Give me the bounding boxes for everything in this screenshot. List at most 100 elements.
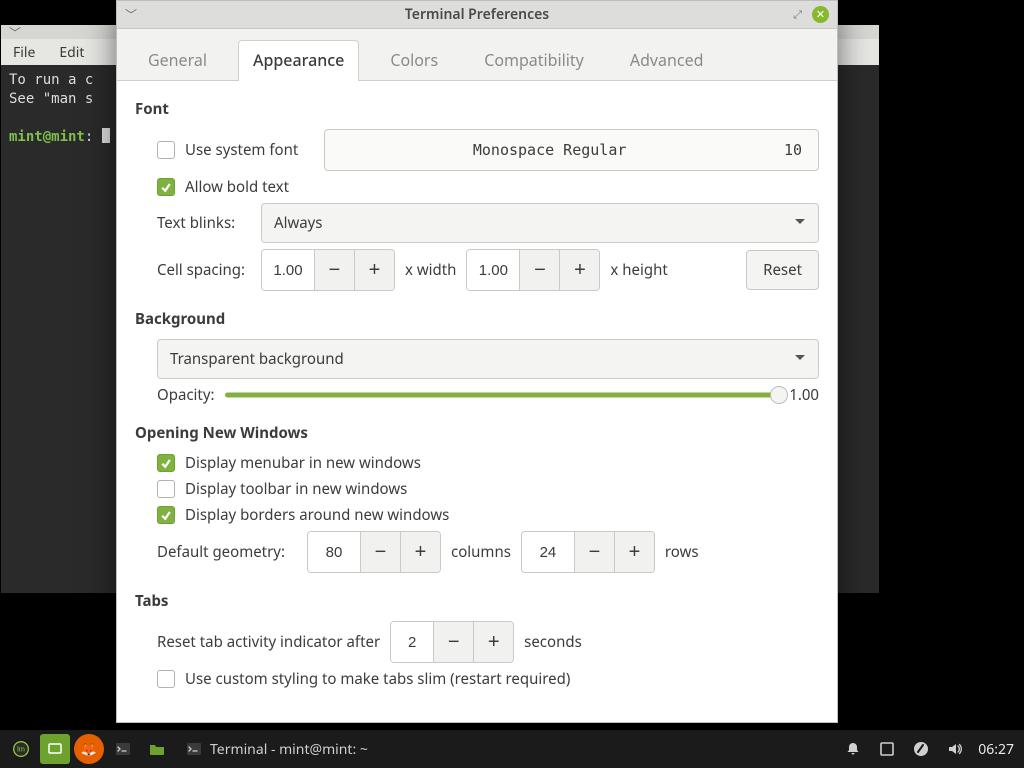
menu-edit[interactable]: Edit xyxy=(59,43,84,62)
rows-label: rows xyxy=(665,542,699,562)
allow-bold-label: Allow bold text xyxy=(185,177,289,197)
chevron-down-icon[interactable]: ﹀ xyxy=(125,6,137,23)
power-button[interactable] xyxy=(906,734,936,764)
section-tabs: Tabs xyxy=(135,591,819,611)
maximize-icon[interactable]: ⤢ xyxy=(793,7,802,22)
x-height-label: x height xyxy=(610,260,667,280)
section-background: Background xyxy=(135,309,819,329)
background-mode-select[interactable]: Transparent background xyxy=(157,339,819,379)
background-mode-value: Transparent background xyxy=(170,349,344,369)
dialog-title: Terminal Preferences xyxy=(117,5,837,24)
display-toolbar-label: Display toolbar in new windows xyxy=(185,479,407,499)
bell-icon xyxy=(845,741,861,757)
taskbar: lm 🦊 Terminal - mint@mint: ~ 06:27 xyxy=(0,730,1024,768)
tab-compatibility[interactable]: Compatibility xyxy=(469,40,599,81)
volume-icon xyxy=(947,741,963,757)
columns-input[interactable] xyxy=(308,532,360,572)
mint-logo-icon: lm xyxy=(13,741,29,757)
slider-thumb-icon[interactable] xyxy=(770,386,788,404)
columns-stepper[interactable]: − + xyxy=(307,531,441,573)
slim-tabs-label: Use custom styling to make tabs slim (re… xyxy=(185,669,570,689)
chevron-down-icon xyxy=(794,349,806,369)
firefox-icon: 🦊 xyxy=(81,740,97,758)
reset-seconds-plus[interactable]: + xyxy=(473,622,513,662)
terminal-colon: : xyxy=(85,129,93,145)
allow-bold-checkbox[interactable] xyxy=(157,178,175,196)
clock[interactable]: 06:27 xyxy=(974,740,1018,759)
rows-minus[interactable]: − xyxy=(574,532,614,572)
font-chooser-button[interactable]: Monospace Regular 10 xyxy=(324,129,819,171)
reset-seconds-input[interactable] xyxy=(391,622,433,662)
terminal-line-1: To run a c xyxy=(9,72,93,88)
cursor-icon xyxy=(102,128,110,143)
cell-width-input[interactable] xyxy=(262,250,314,290)
text-blinks-label: Text blinks: xyxy=(157,213,251,233)
firefox-launcher[interactable]: 🦊 xyxy=(74,734,104,764)
notifications-button[interactable] xyxy=(838,734,868,764)
taskbar-task-terminal[interactable]: Terminal - mint@mint: ~ xyxy=(176,736,378,763)
cell-width-plus[interactable]: + xyxy=(354,250,394,290)
workspace-button[interactable] xyxy=(872,734,902,764)
columns-plus[interactable]: + xyxy=(400,532,440,572)
display-borders-checkbox[interactable] xyxy=(157,506,175,524)
cell-height-stepper[interactable]: − + xyxy=(466,249,600,291)
volume-button[interactable] xyxy=(940,734,970,764)
tab-general[interactable]: General xyxy=(133,40,222,81)
tab-colors[interactable]: Colors xyxy=(375,40,453,81)
show-desktop-button[interactable] xyxy=(40,734,70,764)
text-blinks-select[interactable]: Always xyxy=(261,203,819,243)
cell-height-input[interactable] xyxy=(467,250,519,290)
text-blinks-value: Always xyxy=(274,213,323,233)
reset-indicator-label: Reset tab activity indicator after xyxy=(157,632,380,652)
terminal-launcher[interactable] xyxy=(108,734,138,764)
opacity-value: 1.00 xyxy=(789,385,819,405)
reset-cell-spacing-button[interactable]: Reset xyxy=(746,250,819,290)
tab-advanced[interactable]: Advanced xyxy=(615,40,719,81)
x-width-label: x width xyxy=(405,260,456,280)
cell-width-stepper[interactable]: − + xyxy=(261,249,395,291)
rows-input[interactable] xyxy=(522,532,574,572)
workspace-icon xyxy=(879,741,895,757)
rows-stepper[interactable]: − + xyxy=(521,531,655,573)
section-new-windows: Opening New Windows xyxy=(135,423,819,443)
cell-spacing-label: Cell spacing: xyxy=(157,260,251,280)
columns-minus[interactable]: − xyxy=(360,532,400,572)
opacity-label: Opacity: xyxy=(157,385,215,405)
desktop-icon xyxy=(47,741,63,757)
display-menubar-label: Display menubar in new windows xyxy=(185,453,421,473)
appearance-page: Font Use system font Monospace Regular 1… xyxy=(117,81,837,722)
reset-seconds-stepper[interactable]: − + xyxy=(390,621,514,663)
columns-label: columns xyxy=(451,542,511,562)
display-borders-label: Display borders around new windows xyxy=(185,505,449,525)
display-toolbar-checkbox[interactable] xyxy=(157,480,175,498)
menu-button[interactable]: lm xyxy=(6,734,36,764)
power-icon xyxy=(913,741,929,757)
tab-appearance[interactable]: Appearance xyxy=(238,40,359,81)
cell-height-minus[interactable]: − xyxy=(519,250,559,290)
terminal-icon xyxy=(115,741,131,757)
cell-width-minus[interactable]: − xyxy=(314,250,354,290)
menu-file[interactable]: File xyxy=(13,43,35,62)
display-menubar-checkbox[interactable] xyxy=(157,454,175,472)
opacity-slider[interactable] xyxy=(225,387,780,403)
reset-seconds-minus[interactable]: − xyxy=(433,622,473,662)
cell-height-plus[interactable]: + xyxy=(559,250,599,290)
preferences-dialog: ﹀ Terminal Preferences ⤢ ✕ General Appea… xyxy=(116,0,838,723)
chevron-down-icon: ﹀ xyxy=(9,24,21,41)
terminal-line-2: See "man s xyxy=(9,91,93,107)
task-title: Terminal - mint@mint: ~ xyxy=(210,740,368,759)
tabs: General Appearance Colors Compatibility … xyxy=(117,29,837,81)
use-system-font-label: Use system font xyxy=(185,140,298,160)
font-size: 10 xyxy=(762,141,802,159)
terminal-prompt: mint@mint xyxy=(9,129,85,145)
close-icon[interactable]: ✕ xyxy=(812,6,829,23)
use-system-font-checkbox[interactable] xyxy=(157,141,175,159)
rows-plus[interactable]: + xyxy=(614,532,654,572)
files-launcher[interactable] xyxy=(142,734,172,764)
slim-tabs-checkbox[interactable] xyxy=(157,670,175,688)
svg-text:lm: lm xyxy=(17,745,25,754)
chevron-down-icon xyxy=(794,213,806,233)
dialog-titlebar[interactable]: ﹀ Terminal Preferences ⤢ ✕ xyxy=(117,1,837,29)
default-geometry-label: Default geometry: xyxy=(157,542,297,562)
section-font: Font xyxy=(135,99,819,119)
